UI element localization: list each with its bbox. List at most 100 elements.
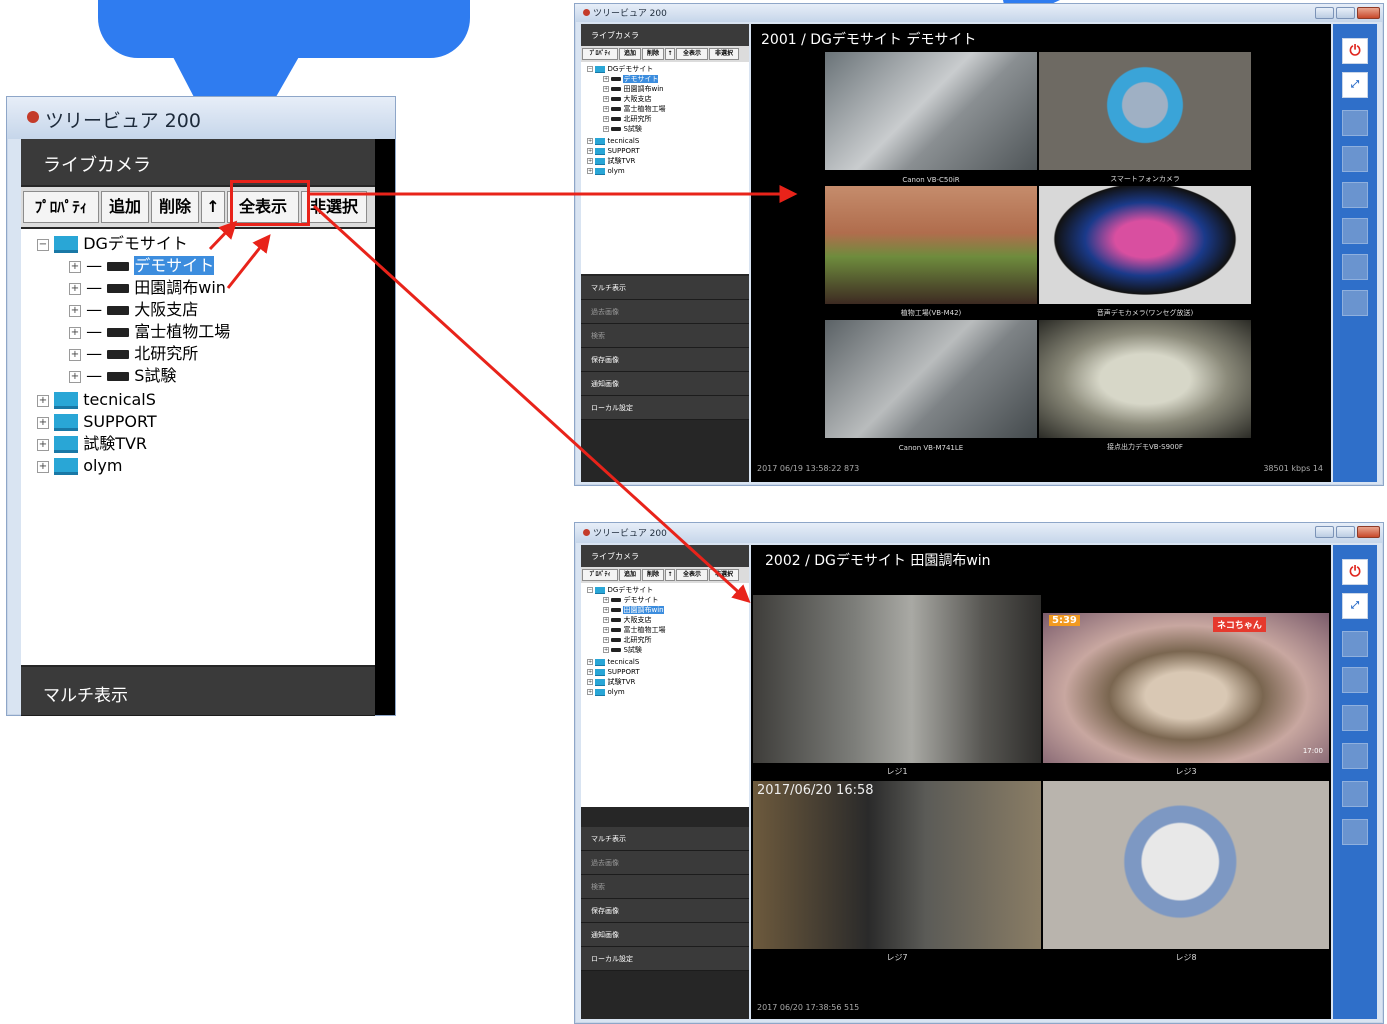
expand-icon[interactable]: + xyxy=(603,106,609,112)
expand-icon[interactable]: + xyxy=(69,304,81,317)
menu-notification-images[interactable]: 通知画像 xyxy=(581,923,749,947)
tree-node-group[interactable]: + tecnicalS xyxy=(587,136,639,146)
tree-node-child[interactable]: + 大阪支店 xyxy=(603,615,651,625)
expand-icon[interactable]: + xyxy=(587,158,593,164)
expand-icon[interactable]: + xyxy=(37,438,49,451)
add-button[interactable]: 追加 xyxy=(101,191,149,223)
toolbar-button[interactable] xyxy=(1342,110,1368,136)
tree-node-group[interactable]: + SUPPORT xyxy=(37,411,157,433)
camera-tile[interactable]: スマートフォンカメラ xyxy=(1039,52,1251,184)
expand-icon[interactable]: + xyxy=(69,370,81,383)
menu-multi-view[interactable]: マルチ表示 xyxy=(581,276,749,300)
expand-icon[interactable]: + xyxy=(587,659,593,665)
collapse-icon[interactable]: − xyxy=(587,66,593,72)
power-button[interactable]: ⏻ xyxy=(1342,559,1368,585)
tree-node-root[interactable]: − DGデモサイト xyxy=(587,585,653,595)
show-all-button[interactable]: 全表示 xyxy=(676,48,708,60)
tree-node-group[interactable]: + olym xyxy=(587,166,625,176)
menu-search[interactable]: 検索 xyxy=(581,875,749,899)
toolbar-button[interactable] xyxy=(1342,743,1368,769)
tree-node-child[interactable]: + — 田園調布win xyxy=(69,277,226,299)
tree-node-group[interactable]: + olym xyxy=(587,687,625,697)
delete-button[interactable]: 削除 xyxy=(151,191,199,223)
up-button[interactable]: ↑ xyxy=(201,191,225,223)
tree-node-root[interactable]: − DGデモサイト xyxy=(37,233,188,255)
delete-button[interactable]: 削除 xyxy=(642,569,664,581)
show-all-button[interactable]: 全表示 xyxy=(676,569,708,581)
toolbar-button[interactable] xyxy=(1342,218,1368,244)
expand-icon[interactable]: + xyxy=(587,689,593,695)
expand-icon[interactable]: + xyxy=(603,86,609,92)
expand-icon[interactable]: + xyxy=(37,394,49,407)
menu-multi-view[interactable]: マルチ表示 xyxy=(21,667,375,716)
properties-button[interactable]: ﾌﾟﾛﾊﾟﾃｨ xyxy=(23,191,99,223)
tree-node-group[interactable]: + 試験TVR xyxy=(587,156,635,166)
camera-tile[interactable]: レジ8 xyxy=(1043,781,1329,963)
minimize-button[interactable] xyxy=(1315,526,1334,538)
expand-icon[interactable]: + xyxy=(603,627,609,633)
maximize-button[interactable] xyxy=(1336,7,1355,19)
tree-node-child[interactable]: + — 北研究所 xyxy=(69,343,198,365)
toolbar-button[interactable] xyxy=(1342,254,1368,280)
camera-tile[interactable]: 音声デモカメラ(ワンセグ放送) xyxy=(1039,186,1251,318)
expand-icon[interactable]: + xyxy=(37,416,49,429)
expand-icon[interactable]: + xyxy=(69,282,81,295)
expand-icon[interactable]: + xyxy=(603,597,609,603)
tree-node-child[interactable]: + — S試験 xyxy=(69,365,176,387)
tree-node-group[interactable]: + 試験TVR xyxy=(37,433,147,455)
close-button[interactable] xyxy=(1357,526,1380,538)
toolbar-button[interactable] xyxy=(1342,667,1368,693)
up-button[interactable]: ↑ xyxy=(665,48,675,60)
expand-icon[interactable]: + xyxy=(587,148,593,154)
tree-node-child[interactable]: + — 大阪支店 xyxy=(69,299,198,321)
toolbar-button[interactable] xyxy=(1342,705,1368,731)
expand-icon[interactable]: + xyxy=(587,669,593,675)
expand-icon[interactable]: + xyxy=(603,126,609,132)
toolbar-button[interactable] xyxy=(1342,182,1368,208)
tree-node-child[interactable]: + デモサイト xyxy=(603,74,660,84)
collapse-icon[interactable]: − xyxy=(587,587,593,593)
toolbar-button[interactable] xyxy=(1342,819,1368,845)
deselect-button[interactable]: 非選択 xyxy=(301,191,367,223)
tree-node-child[interactable]: + — デモサイト xyxy=(69,255,216,277)
expand-icon[interactable]: + xyxy=(69,326,81,339)
menu-past-images[interactable]: 過去画像 xyxy=(581,300,749,324)
expand-icon[interactable]: + xyxy=(37,460,49,473)
expand-icon[interactable]: + xyxy=(69,260,81,273)
add-button[interactable]: 追加 xyxy=(619,48,641,60)
camera-tile[interactable]: レジ1 xyxy=(753,595,1041,777)
camera-tile[interactable]: 5:39 ネコちゃん 17:00 レジ3 xyxy=(1043,595,1329,777)
tree-node-child[interactable]: + 田園調布win xyxy=(603,84,664,94)
properties-button[interactable]: ﾌﾟﾛﾊﾟﾃｨ xyxy=(582,48,618,60)
menu-local-settings[interactable]: ローカル設定 xyxy=(581,947,749,971)
fullscreen-button[interactable]: ⤢ xyxy=(1342,72,1368,98)
camera-tile[interactable]: Canon VB-C50iR xyxy=(825,52,1037,184)
tree-node-child[interactable]: + 富士植物工場 xyxy=(603,625,665,635)
tree-node-child[interactable]: + S試験 xyxy=(603,124,642,134)
properties-button[interactable]: ﾌﾟﾛﾊﾟﾃｨ xyxy=(582,569,618,581)
add-button[interactable]: 追加 xyxy=(619,569,641,581)
delete-button[interactable]: 削除 xyxy=(642,48,664,60)
menu-search[interactable]: 検索 xyxy=(581,324,749,348)
camera-tile[interactable]: 植物工場(VB-M42) xyxy=(825,186,1037,318)
deselect-button[interactable]: 非選択 xyxy=(709,569,739,581)
expand-icon[interactable]: + xyxy=(603,647,609,653)
tree-node-child[interactable]: + 田園調布win xyxy=(603,605,665,615)
up-button[interactable]: ↑ xyxy=(665,569,675,581)
toolbar-button[interactable] xyxy=(1342,146,1368,172)
expand-icon[interactable]: + xyxy=(603,96,609,102)
camera-tile[interactable]: 2017/06/20 16:58 レジ7 xyxy=(753,781,1041,963)
tree-node-group[interactable]: + olym xyxy=(37,455,122,477)
tree-node-child[interactable]: + 北研究所 xyxy=(603,635,651,645)
tree-node-group[interactable]: + SUPPORT xyxy=(587,667,640,677)
expand-icon[interactable]: + xyxy=(603,637,609,643)
minimize-button[interactable] xyxy=(1315,7,1334,19)
menu-multi-view[interactable]: マルチ表示 xyxy=(581,827,749,851)
tree-node-root[interactable]: − DGデモサイト xyxy=(587,64,653,74)
expand-icon[interactable]: + xyxy=(587,168,593,174)
maximize-button[interactable] xyxy=(1336,526,1355,538)
expand-icon[interactable]: + xyxy=(603,617,609,623)
close-button[interactable] xyxy=(1357,7,1380,19)
menu-notification-images[interactable]: 通知画像 xyxy=(581,372,749,396)
menu-local-settings[interactable]: ローカル設定 xyxy=(581,396,749,420)
